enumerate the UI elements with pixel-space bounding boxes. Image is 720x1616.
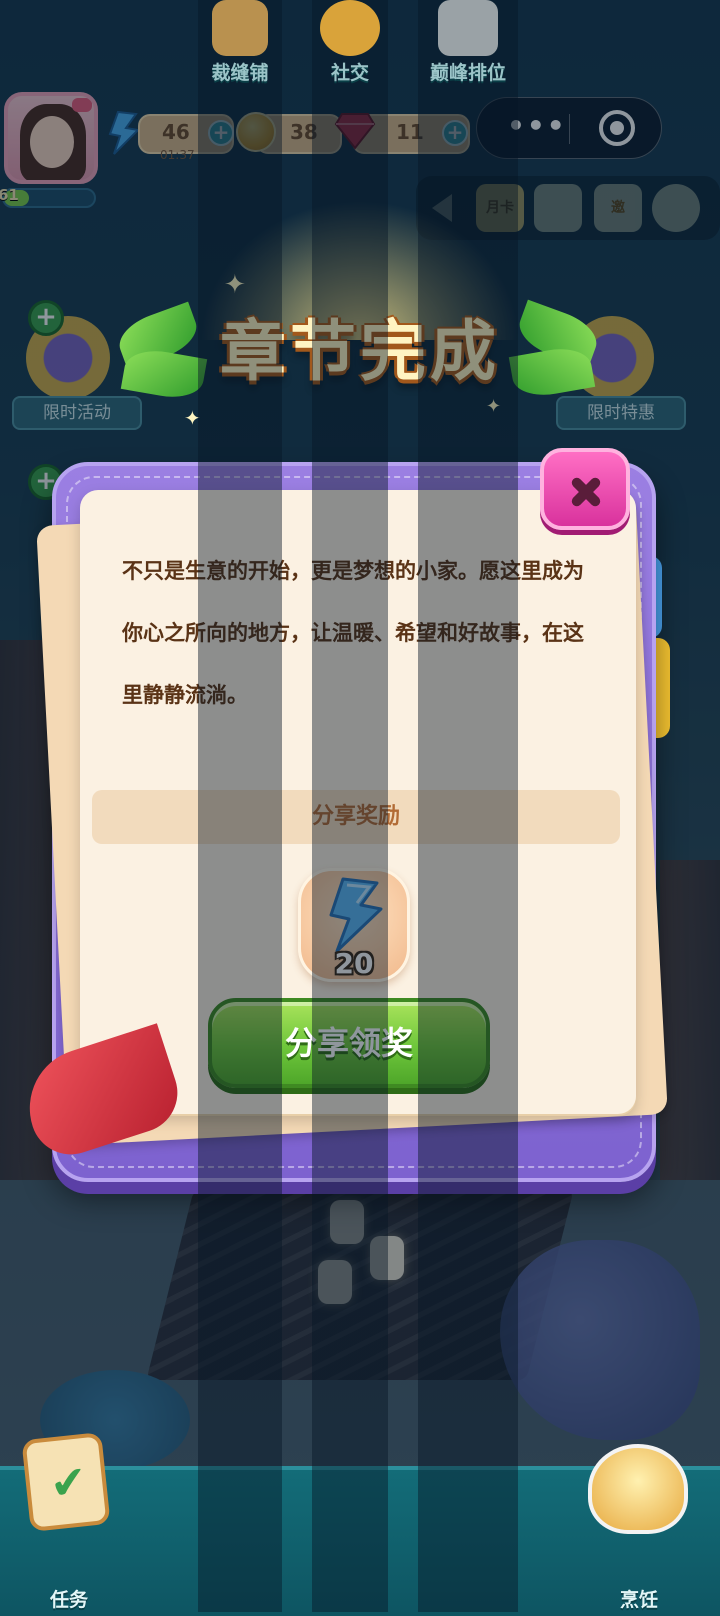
nav-task[interactable]: 任务	[34, 1583, 104, 1612]
nav-tailor-shop[interactable]: 裁缝铺	[198, 0, 282, 1612]
task-checklist-icon[interactable]: ✔	[21, 1432, 111, 1532]
close-dialog-button[interactable]	[540, 448, 630, 530]
nav-social[interactable]: 社交	[312, 0, 388, 1612]
soup-bowl-icon[interactable]	[588, 1444, 688, 1534]
sewing-machine-icon	[212, 0, 268, 56]
trophy-locked-icon	[438, 0, 498, 56]
social-chat-icon	[320, 0, 380, 56]
nav-cooking[interactable]: 烹饪	[604, 1583, 674, 1612]
nav-peak-ranking[interactable]: 巅峰排位	[418, 0, 518, 1612]
